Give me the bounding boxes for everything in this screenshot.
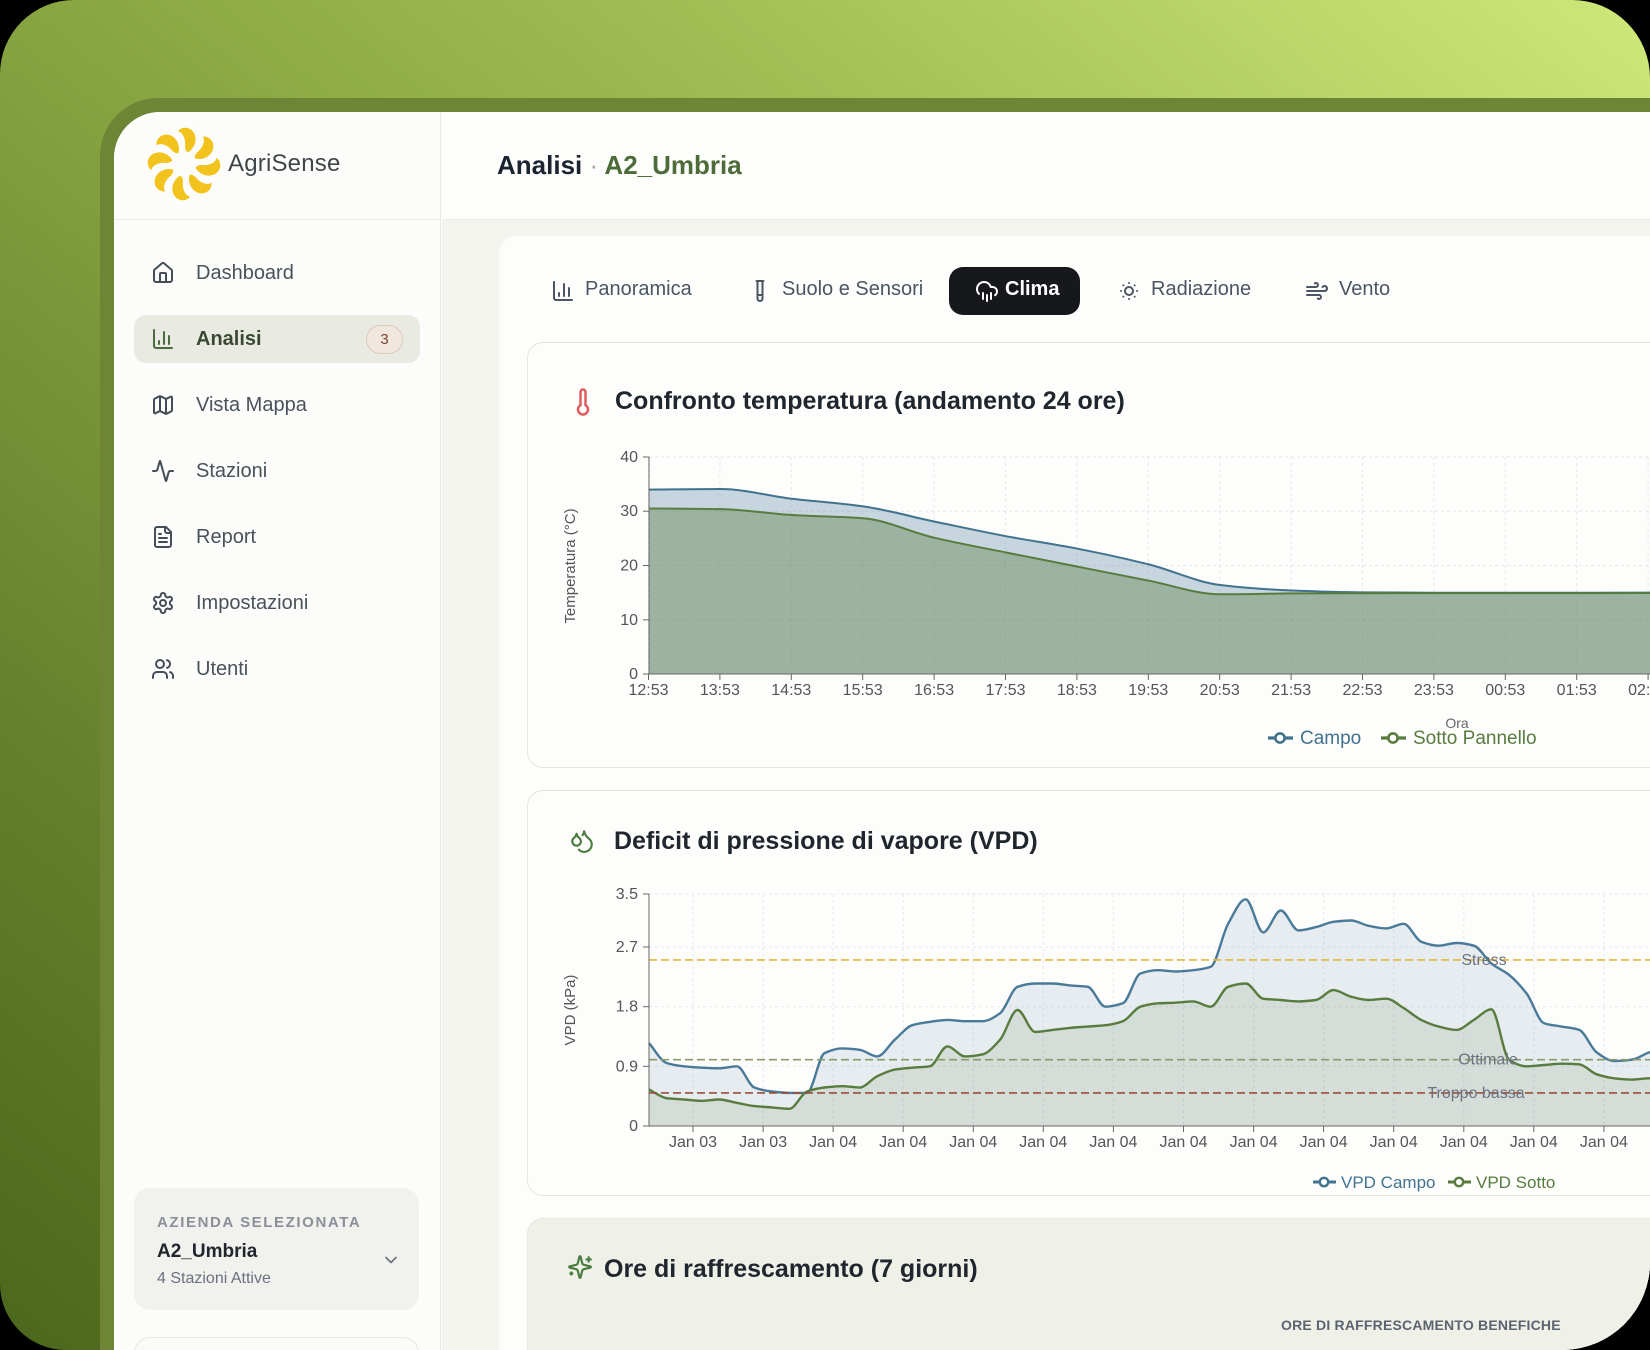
svg-text:Jan 04: Jan 04 [1580, 1134, 1628, 1151]
svg-text:17:53: 17:53 [985, 682, 1025, 699]
svg-text:15:53: 15:53 [843, 682, 883, 699]
svg-text:0.9: 0.9 [616, 1058, 638, 1075]
svg-text:13:53: 13:53 [700, 682, 740, 699]
svg-text:Ottimale: Ottimale [1458, 1052, 1518, 1069]
svg-text:Campo: Campo [1300, 728, 1361, 749]
svg-text:Troppo bassa: Troppo bassa [1427, 1085, 1524, 1102]
svg-text:19:53: 19:53 [1128, 682, 1168, 699]
svg-text:0: 0 [629, 1118, 638, 1135]
svg-text:3.5: 3.5 [616, 886, 638, 903]
svg-text:Jan 04: Jan 04 [1510, 1134, 1558, 1151]
svg-text:Jan 04: Jan 04 [879, 1134, 927, 1151]
svg-text:22:53: 22:53 [1342, 682, 1382, 699]
svg-text:1.8: 1.8 [616, 999, 638, 1016]
svg-text:02:53: 02:53 [1628, 682, 1650, 699]
svg-text:Jan 03: Jan 03 [669, 1134, 717, 1151]
svg-text:VPD (kPa): VPD (kPa) [562, 975, 579, 1046]
svg-text:14:53: 14:53 [771, 682, 811, 699]
svg-text:VPD Campo: VPD Campo [1341, 1173, 1435, 1192]
svg-text:0: 0 [629, 666, 638, 683]
svg-text:Jan 04: Jan 04 [1300, 1134, 1348, 1151]
svg-text:20:53: 20:53 [1200, 682, 1240, 699]
svg-text:Jan 03: Jan 03 [739, 1134, 787, 1151]
svg-text:20: 20 [620, 558, 638, 575]
svg-text:Jan 04: Jan 04 [949, 1134, 997, 1151]
svg-text:Jan 04: Jan 04 [1159, 1134, 1207, 1151]
svg-text:16:53: 16:53 [914, 682, 954, 699]
svg-text:Jan 04: Jan 04 [1019, 1134, 1067, 1151]
svg-text:Jan 04: Jan 04 [1370, 1134, 1418, 1151]
svg-text:12:53: 12:53 [628, 682, 668, 699]
svg-text:Temperatura (°C): Temperatura (°C) [562, 508, 579, 623]
svg-text:Jan 04: Jan 04 [1440, 1134, 1488, 1151]
svg-text:23:53: 23:53 [1414, 682, 1454, 699]
svg-text:18:53: 18:53 [1057, 682, 1097, 699]
svg-text:Jan 04: Jan 04 [809, 1134, 857, 1151]
svg-text:VPD Sotto: VPD Sotto [1476, 1173, 1555, 1192]
svg-text:Jan 04: Jan 04 [1089, 1134, 1137, 1151]
svg-text:30: 30 [620, 503, 638, 520]
svg-text:40: 40 [620, 449, 638, 466]
svg-text:01:53: 01:53 [1557, 682, 1597, 699]
svg-text:Sotto Pannello: Sotto Pannello [1413, 728, 1537, 749]
svg-text:00:53: 00:53 [1485, 682, 1525, 699]
svg-text:2.7: 2.7 [616, 939, 638, 956]
svg-text:Jan 04: Jan 04 [1230, 1134, 1278, 1151]
svg-text:10: 10 [620, 612, 638, 629]
svg-text:21:53: 21:53 [1271, 682, 1311, 699]
svg-text:Stress: Stress [1461, 952, 1506, 969]
